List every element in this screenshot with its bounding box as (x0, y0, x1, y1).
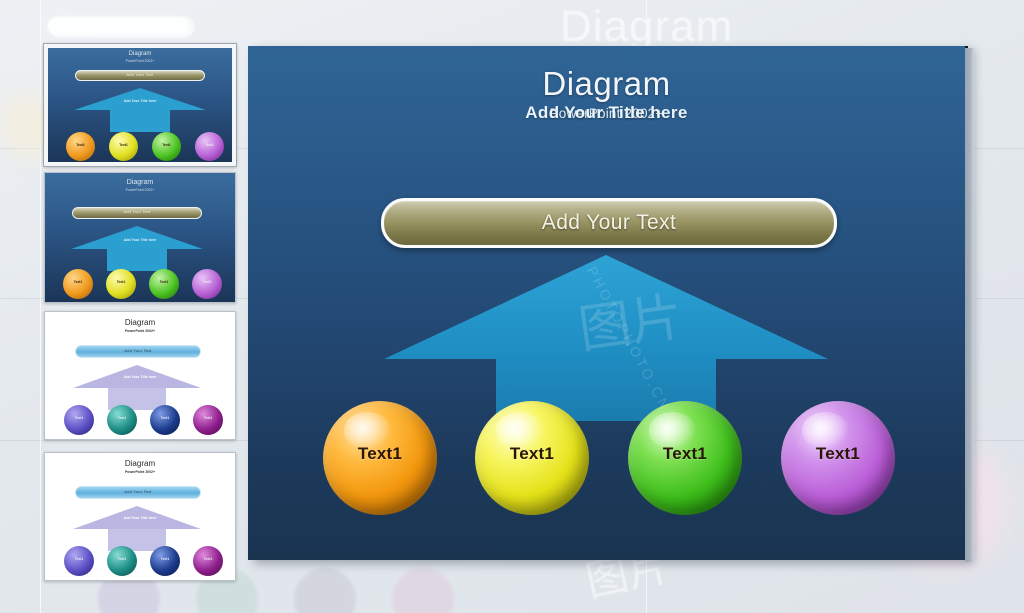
thumbnail-3-sphere-4: Text1 (193, 405, 223, 435)
sphere-purple-label: Text1 (815, 444, 861, 463)
thumbnail-1-arrow-label: Add Your Title here (123, 99, 157, 103)
thumbnail-2-pill: Add Your Text (72, 207, 202, 219)
thumbnail-2-title: Diagram (126, 179, 154, 186)
slide-title: Diagram (542, 65, 671, 102)
thumbnail-3-title: Diagram (124, 318, 156, 327)
add-your-text-label: Add Your Text (541, 211, 677, 234)
sphere-orange[interactable]: Text1 (323, 401, 437, 521)
thumbnail-1-sphere-2: Text1 (109, 132, 138, 161)
sphere-purple-shadow (787, 502, 889, 521)
thumbnail-4-pill: Add Your Text (75, 486, 201, 499)
thumbnail-4-arrow (45, 506, 229, 551)
thumbnail-2-sphere-3: Text1 (149, 269, 179, 299)
arrow-title-label: Add Your Title here (525, 103, 688, 122)
thumbnail-1-sphere-3: Text1 (152, 132, 181, 161)
sphere-yellow-label: Text1 (509, 444, 555, 463)
thumbnail-4[interactable]: Diagram PowerPoint 2002+ Add Your Text A… (44, 452, 236, 581)
sphere-orange-shadow (329, 502, 431, 521)
thumbnail-4-arrow-label: Add Your Title here (123, 516, 157, 520)
thumbnail-1-title: Diagram (128, 51, 152, 57)
thumbnail-3-sphere-3: Text1 (150, 405, 180, 435)
thumbnail-3-arrow (45, 365, 229, 410)
up-arrow-shape[interactable] (248, 251, 965, 421)
thumbnail-4-sphere-3: Text1 (150, 546, 180, 576)
add-your-text-button[interactable]: Add Your Text (381, 198, 837, 248)
ghost-pill (48, 18, 188, 34)
thumbnail-1-sphere-4: Text1 (195, 132, 224, 161)
thumbnail-3-pill: Add Your Text (75, 345, 201, 358)
thumbnail-1[interactable]: Diagram PowerPoint 2002+ Add Your Text A… (44, 44, 236, 166)
thumbnail-4-sphere-2: Text1 (107, 546, 137, 576)
sphere-orange-label: Text1 (357, 444, 403, 463)
thumbnail-4-subtitle: PowerPoint 2002+ (124, 470, 156, 474)
thumbnail-1-subtitle: PowerPoint 2002+ (125, 59, 155, 63)
thumbnail-2-arrow (45, 226, 229, 271)
sphere-yellow[interactable]: Text1 (475, 401, 589, 521)
thumbnail-1-pill: Add Your Text (75, 70, 205, 81)
thumbnail-2-sphere-1: Text1 (63, 269, 93, 299)
thumbnail-2[interactable]: Diagram PowerPoint 2002+ Add Your Text A… (44, 172, 236, 303)
thumbnail-3-canvas: Diagram PowerPoint 2002+ Add Your Text A… (45, 312, 235, 439)
ghost-title: Diagram (560, 2, 734, 51)
sphere-green-shadow (634, 502, 736, 521)
thumbnail-4-canvas: Diagram PowerPoint 2002+ Add Your Text A… (45, 453, 235, 580)
slide-thumbnail-rail[interactable]: Diagram PowerPoint 2002+ Add Your Text A… (44, 40, 244, 600)
thumbnail-2-subtitle: PowerPoint 2002+ (125, 188, 155, 192)
sphere-purple[interactable]: Text1 (781, 401, 895, 521)
ghost-rule-left (40, 0, 41, 613)
thumbnail-1-canvas: Diagram PowerPoint 2002+ Add Your Text A… (48, 48, 232, 162)
thumbnail-1-arrow (48, 88, 232, 132)
main-slide[interactable]: Diagram PowerPoint 2002+ Add Your Text A… (248, 46, 968, 560)
sphere-green-label: Text1 (662, 444, 708, 463)
sphere-yellow-shadow (481, 502, 583, 521)
thumbnail-2-sphere-2: Text1 (106, 269, 136, 299)
thumbnail-3-sphere-2: Text1 (107, 405, 137, 435)
up-arrow-svg (384, 255, 828, 421)
thumbnail-4-title: Diagram (124, 459, 156, 468)
thumbnail-2-sphere-4: Text1 (192, 269, 222, 299)
thumbnail-4-sphere-4: Text1 (193, 546, 223, 576)
thumbnail-2-canvas: Diagram PowerPoint 2002+ Add Your Text A… (45, 173, 235, 302)
thumbnail-3-sphere-1: Text1 (64, 405, 94, 435)
thumbnail-2-arrow-label: Add Your Title here (123, 238, 157, 242)
sphere-green[interactable]: Text1 (628, 401, 742, 521)
slide-right-edge (965, 48, 974, 562)
thumbnail-3[interactable]: Diagram PowerPoint 2002+ Add Your Text A… (44, 311, 236, 440)
thumbnail-1-sphere-1: Text1 (66, 132, 95, 161)
thumbnail-3-arrow-label: Add Your Title here (123, 375, 157, 379)
thumbnail-4-sphere-1: Text1 (64, 546, 94, 576)
thumbnail-3-subtitle: PowerPoint 2002+ (124, 329, 156, 333)
